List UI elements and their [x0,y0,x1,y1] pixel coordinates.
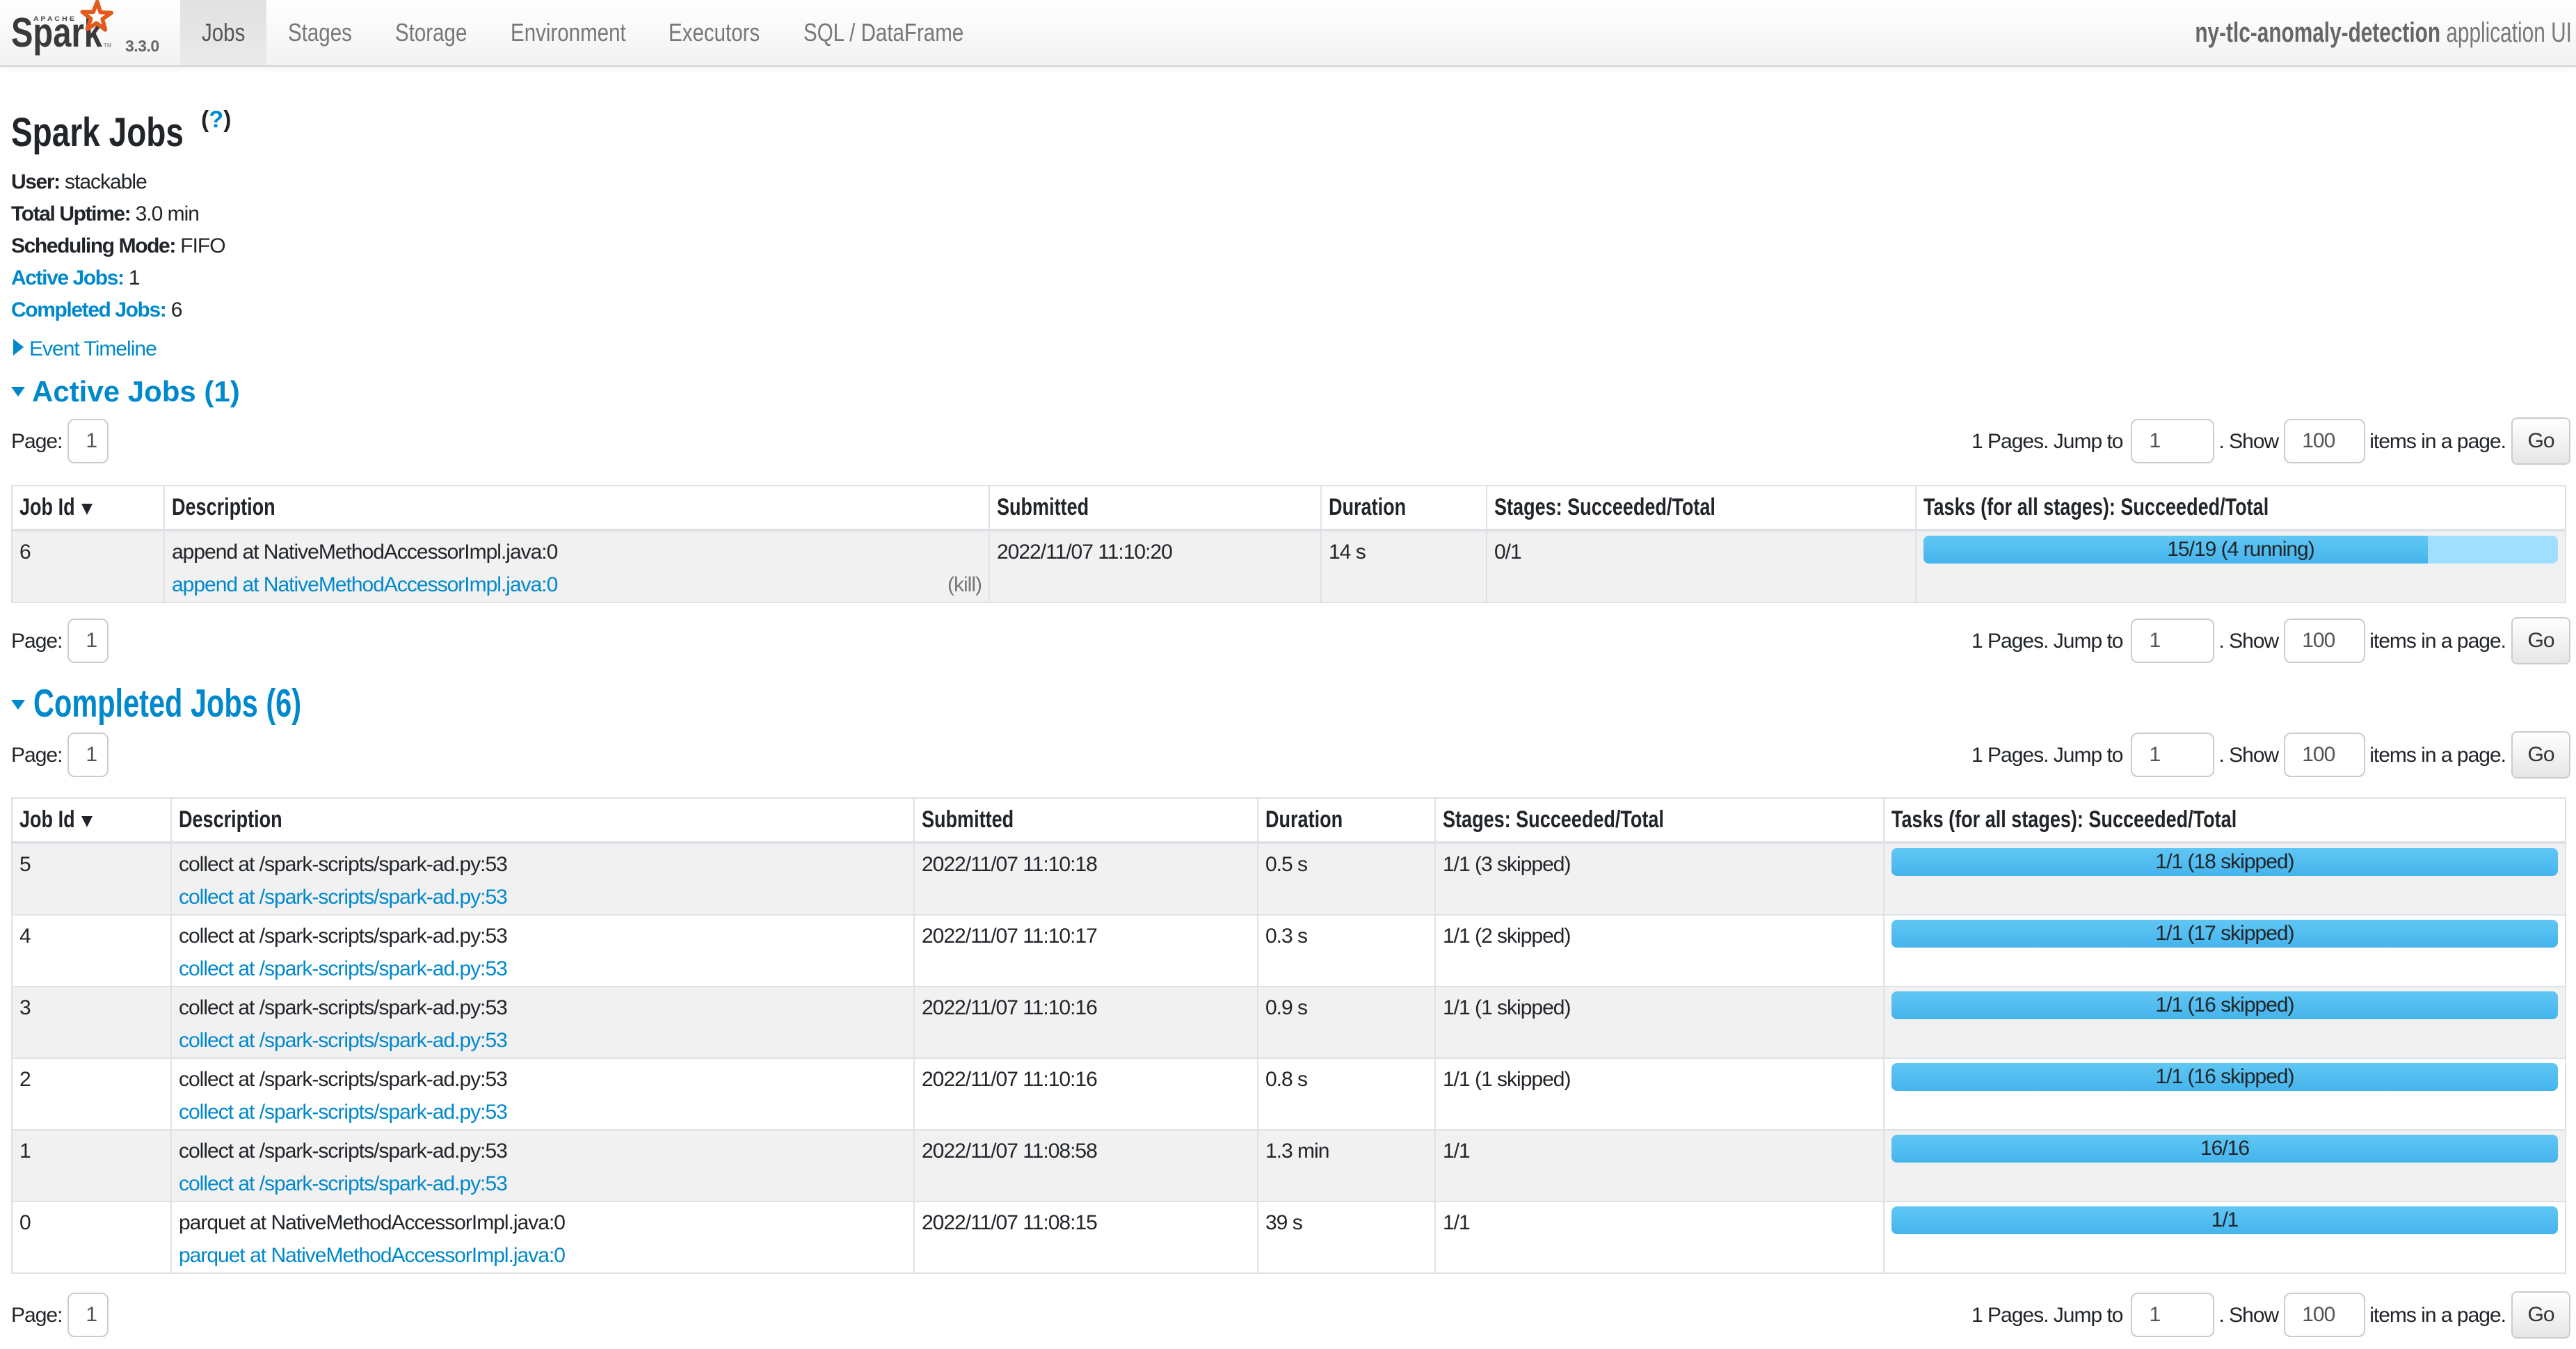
svg-text:TM: TM [104,42,112,49]
